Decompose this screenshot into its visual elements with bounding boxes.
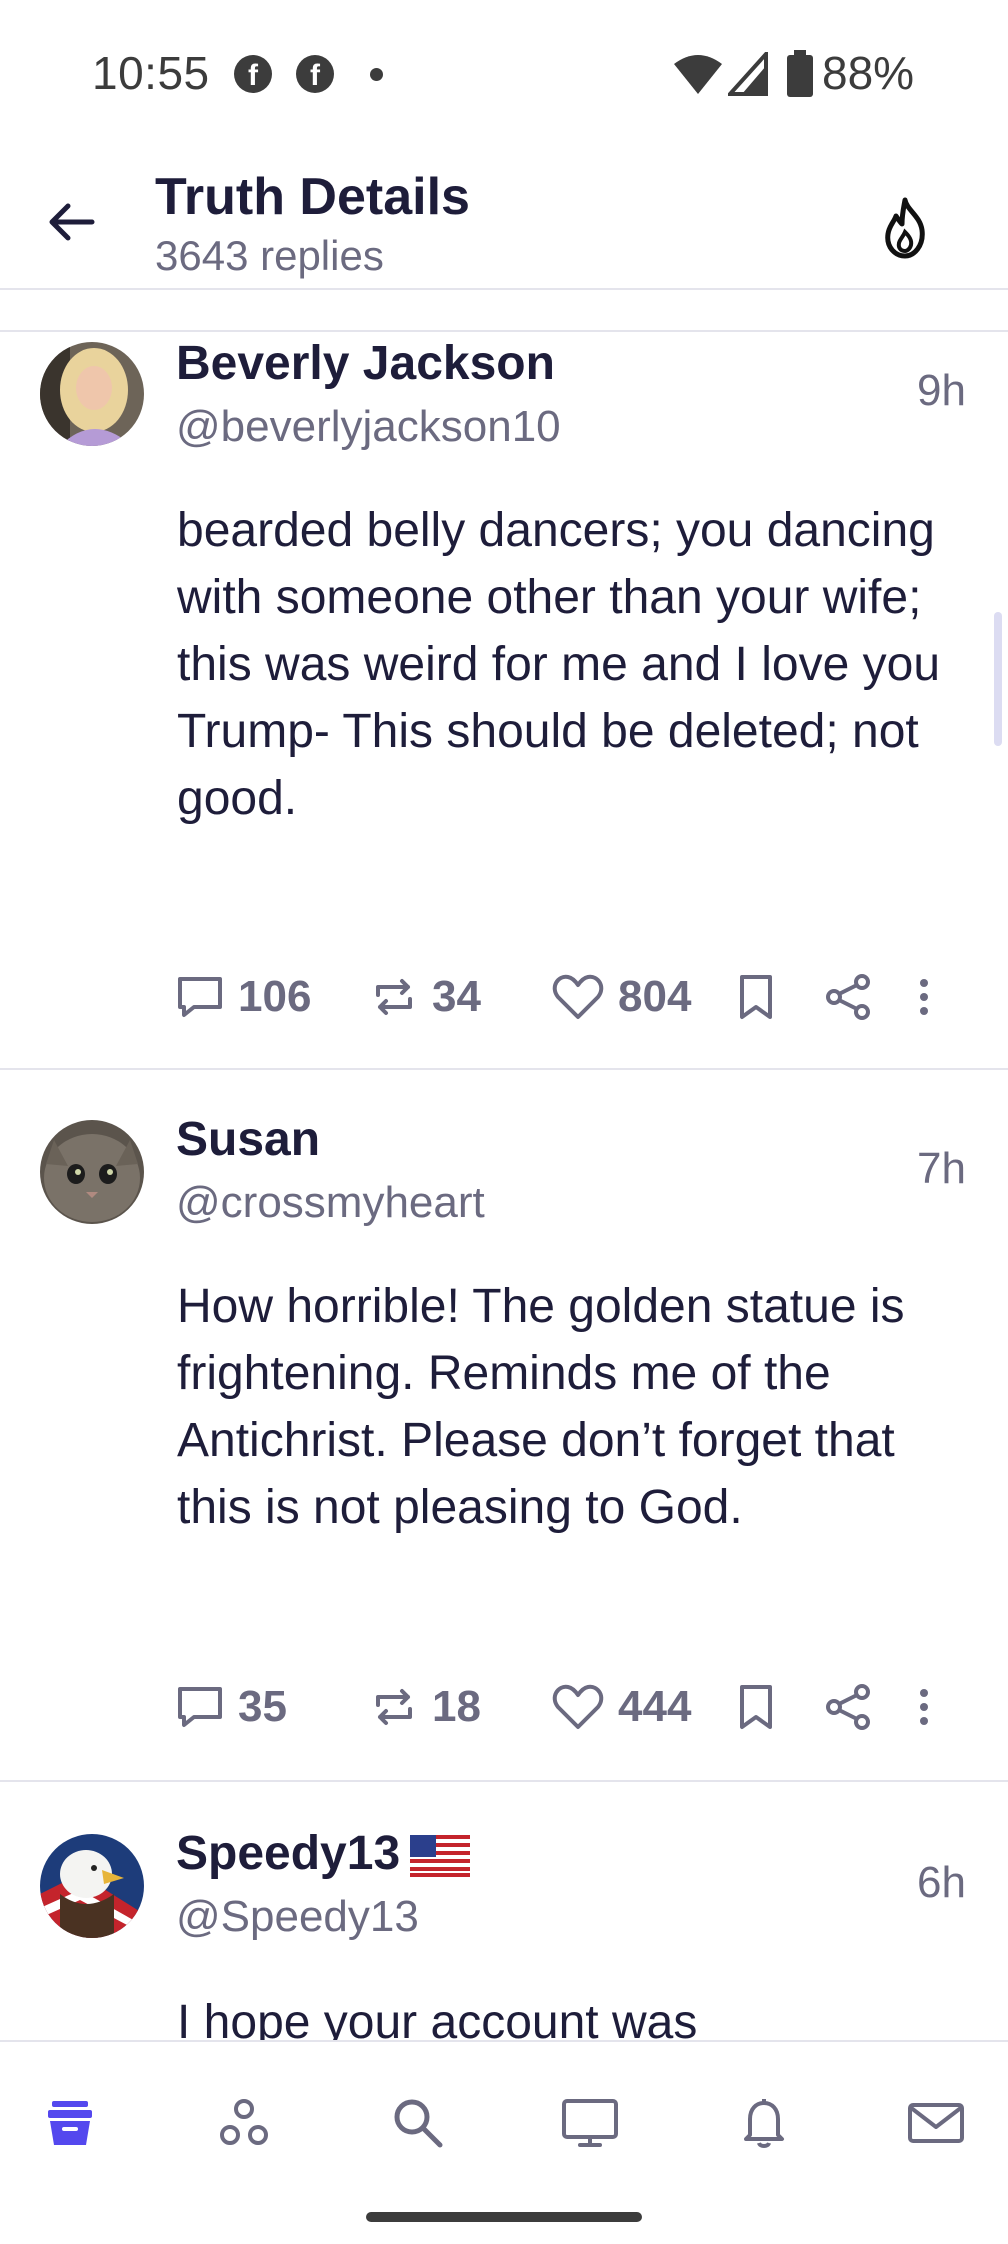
bookmark-icon: [740, 1685, 772, 1729]
avatar[interactable]: [40, 1834, 144, 1938]
status-time: 10:55: [92, 47, 210, 99]
messages-icon: [908, 2103, 964, 2143]
retruth-icon: [376, 979, 412, 1015]
reply-post[interactable]: Susan @crossmyheart 7h How horrible! The…: [0, 1072, 1008, 1782]
cellular-signal-icon: [728, 52, 768, 96]
scrollbar[interactable]: [994, 612, 1002, 746]
facebook-notification-icon: f: [234, 55, 272, 93]
like-count: 804: [618, 972, 692, 1021]
trending-button[interactable]: [876, 196, 934, 260]
more-vertical-icon: [920, 979, 928, 1015]
bookmark-icon: [740, 975, 772, 1019]
heart-icon: [552, 1684, 604, 1729]
author-handle[interactable]: @Speedy13: [176, 1892, 419, 1942]
heart-icon: [552, 974, 604, 1019]
author-name[interactable]: Beverly Jackson: [176, 336, 555, 391]
author-name[interactable]: Susan: [176, 1112, 320, 1167]
nav-notifications[interactable]: [728, 2087, 800, 2159]
nav-groups[interactable]: [208, 2087, 280, 2159]
retruth-button[interactable]: 18: [370, 1672, 481, 1742]
more-options-button[interactable]: [912, 1672, 950, 1742]
flame-icon: [885, 197, 925, 259]
groups-icon: [220, 2099, 268, 2145]
more-options-button[interactable]: [912, 962, 950, 1032]
tv-icon: [562, 2099, 618, 2147]
post-text: I hope your account was: [177, 1996, 698, 2040]
post-text: bearded belly dancers; you dancing with …: [177, 504, 941, 825]
comment-icon: [178, 977, 222, 1017]
more-vertical-icon: [920, 1689, 928, 1725]
reply-button[interactable]: 106: [176, 962, 311, 1032]
post-text: How horrible! The golden statue is frigh…: [177, 1280, 905, 1534]
facebook-notification-icon: f: [296, 55, 334, 93]
nav-messages[interactable]: [900, 2087, 972, 2159]
retruth-count: 18: [432, 1682, 481, 1731]
nav-search[interactable]: [382, 2087, 454, 2159]
nav-home[interactable]: [34, 2087, 106, 2159]
us-flag-icon: [410, 1835, 471, 1878]
like-button[interactable]: 444: [552, 1672, 691, 1742]
share-button[interactable]: [824, 962, 886, 1032]
search-icon: [394, 2099, 443, 2148]
reply-count: 106: [238, 972, 312, 1021]
author-name[interactable]: Speedy13: [176, 1826, 471, 1881]
bookmark-button[interactable]: [736, 962, 790, 1032]
status-bar: 10:55 f f 88%: [0, 0, 1008, 150]
reply-count: 3643 replies: [155, 232, 384, 279]
avatar[interactable]: [40, 342, 144, 446]
post-time: 9h: [917, 366, 966, 415]
bookmark-button[interactable]: [736, 1672, 790, 1742]
reply-post[interactable]: Beverly Jackson @beverlyjackson10 9h bea…: [0, 332, 1008, 1070]
system-home-indicator[interactable]: [366, 2212, 642, 2222]
divider-strip: [0, 292, 1008, 332]
wifi-icon: [674, 55, 722, 94]
comment-icon: [178, 1687, 222, 1727]
reply-count: 35: [238, 1682, 287, 1731]
more-notifications-dot-icon: [370, 68, 383, 81]
post-time: 6h: [917, 1858, 966, 1907]
reply-post[interactable]: Speedy13 @Speedy13 6h I hope your accoun…: [0, 1784, 1008, 2040]
battery-icon: [787, 50, 813, 97]
share-icon: [826, 974, 870, 1020]
retruth-icon: [376, 1689, 412, 1725]
post-actions: 35 18 444: [176, 1672, 976, 1742]
top-app-bar: Truth Details 3643 replies: [0, 150, 1008, 290]
post-actions: 106 34 804: [176, 962, 976, 1032]
nav-tv[interactable]: [554, 2087, 626, 2159]
retruth-button[interactable]: 34: [370, 962, 481, 1032]
author-name-text: Speedy13: [176, 1827, 401, 1880]
reply-button[interactable]: 35: [176, 1672, 287, 1742]
home-icon: [48, 2101, 92, 2145]
share-icon: [826, 1684, 870, 1730]
back-button[interactable]: [40, 190, 104, 254]
like-button[interactable]: 804: [552, 962, 691, 1032]
avatar[interactable]: [40, 1120, 144, 1224]
bottom-navigation: [0, 2040, 1008, 2244]
page-title: Truth Details: [155, 168, 470, 226]
retruth-count: 34: [432, 972, 481, 1021]
arrow-left-icon: [49, 203, 95, 241]
post-time: 7h: [917, 1144, 966, 1193]
like-count: 444: [618, 1682, 692, 1731]
author-handle[interactable]: @crossmyheart: [176, 1178, 485, 1228]
share-button[interactable]: [824, 1672, 886, 1742]
notifications-icon: [744, 2099, 784, 2148]
author-handle[interactable]: @beverlyjackson10: [176, 402, 561, 452]
battery-percent: 88%: [822, 47, 915, 99]
